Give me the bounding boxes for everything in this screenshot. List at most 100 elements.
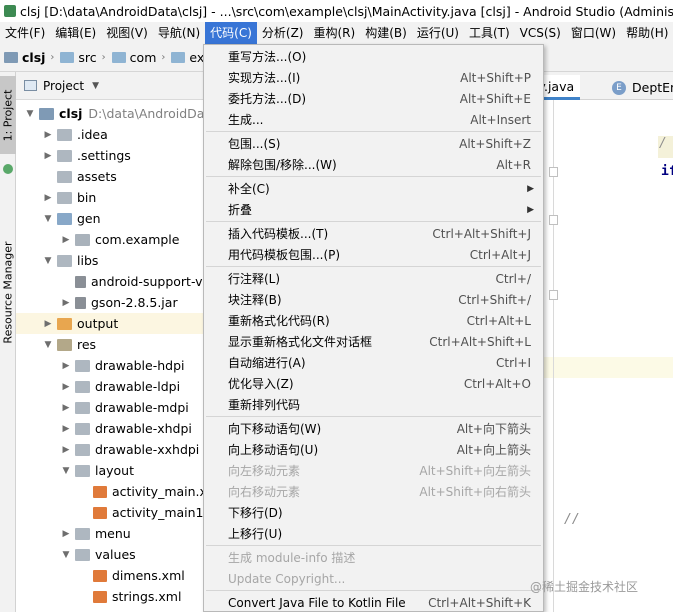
chevron-down-icon[interactable]: ▼	[60, 466, 72, 476]
code-menu-item[interactable]: 显示重新格式化文件对话框 Ctrl+Alt+Shift+L	[204, 331, 543, 352]
code-menu-item[interactable]: 向上移动语句(U) Alt+向上箭头	[204, 439, 543, 460]
tree-item[interactable]: ▶ drawable-hdpi	[16, 355, 206, 376]
menu-item-shortcut: Ctrl+I	[496, 355, 531, 370]
code-menu-item[interactable]: 重新排列代码	[204, 394, 543, 415]
menu-7[interactable]: 构建(B)	[360, 22, 412, 44]
tree-item[interactable]: ▼ values	[16, 544, 206, 565]
tree-item[interactable]: ▶ drawable-mdpi	[16, 397, 206, 418]
code-menu-item[interactable]: 生成... Alt+Insert	[204, 109, 543, 130]
tree-item[interactable]: ▶ drawable-ldpi	[16, 376, 206, 397]
code-menu-item[interactable]: 折叠 ▶	[204, 199, 543, 220]
menu-item-label: 向左移动元素	[228, 464, 301, 478]
fold-marker[interactable]	[549, 167, 558, 177]
fold-marker[interactable]	[549, 215, 558, 225]
code-menu-item[interactable]: Convert Java File to Kotlin File Ctrl+Alt…	[204, 592, 543, 611]
tree-item[interactable]: ▼ clsj D:\data\AndroidData\clsj	[16, 103, 206, 124]
code-comment-line[interactable]: //	[564, 512, 580, 527]
chevron-right-icon: ›	[101, 52, 106, 63]
code-menu-item[interactable]: 自动缩进行(A) Ctrl+I	[204, 352, 543, 373]
menu-11[interactable]: 窗口(W)	[566, 22, 621, 44]
resource-manager-tool-tab[interactable]: Resource Manager	[0, 240, 16, 344]
tree-item[interactable]: ▼ layout	[16, 460, 206, 481]
tree-item[interactable]: ▶ bin	[16, 187, 206, 208]
tree-item[interactable]: ▶ com.example	[16, 229, 206, 250]
chevron-right-icon[interactable]: ▶	[42, 319, 54, 329]
chevron-right-icon[interactable]: ▶	[60, 403, 72, 413]
menu-10[interactable]: VCS(S)	[515, 22, 566, 44]
tree-item-label: drawable-hdpi	[95, 358, 185, 373]
tree-item[interactable]: dimens.xml	[16, 565, 206, 586]
chevron-down-icon[interactable]: ▼	[42, 256, 54, 266]
tree-item[interactable]: strings.xml	[16, 586, 206, 607]
tree-item[interactable]: ▼ libs	[16, 250, 206, 271]
code-menu-item[interactable]: 下移行(D)	[204, 502, 543, 523]
menu-0[interactable]: 文件(F)	[0, 22, 50, 44]
tree-item[interactable]: activity_main.xml	[16, 481, 206, 502]
menu-8[interactable]: 运行(U)	[412, 22, 464, 44]
tree-item[interactable]: ▶ drawable-xxhdpi	[16, 439, 206, 460]
code-menu-item[interactable]: 委托方法...(D) Alt+Shift+E	[204, 88, 543, 109]
tree-item[interactable]: ▶ menu	[16, 523, 206, 544]
tree-item[interactable]: ▼ gen	[16, 208, 206, 229]
chevron-right-icon[interactable]: ▶	[60, 361, 72, 371]
code-menu-item[interactable]: 上移行(U)	[204, 523, 543, 544]
code-menu-item[interactable]: 补全(C) ▶	[204, 178, 543, 199]
menu-2[interactable]: 视图(V)	[101, 22, 153, 44]
tree-item[interactable]: assets	[16, 166, 206, 187]
code-menu-item[interactable]: 用代码模板包围...(P) Ctrl+Alt+J	[204, 244, 543, 265]
chevron-down-icon[interactable]: ▼	[42, 340, 54, 350]
tree-item[interactable]: ▼ res	[16, 334, 206, 355]
chevron-right-icon[interactable]: ▶	[60, 235, 72, 245]
chevron-right-icon[interactable]: ▶	[42, 130, 54, 140]
code-menu-item[interactable]: 解除包围/移除...(W) Alt+R	[204, 154, 543, 175]
chevron-down-icon[interactable]: ▼	[24, 109, 36, 119]
project-panel-header[interactable]: Project ▼	[16, 72, 206, 100]
breadcrumb-item-src[interactable]: src ›	[60, 50, 111, 65]
chevron-right-icon[interactable]: ▶	[60, 445, 72, 455]
chevron-right-icon[interactable]: ▶	[60, 424, 72, 434]
code-comment[interactable]: /	[658, 136, 673, 158]
menu-6[interactable]: 重构(R)	[309, 22, 361, 44]
code-menu-item[interactable]: 向下移动语句(W) Alt+向下箭头	[204, 418, 543, 439]
tree-item[interactable]: activity_main1.xml	[16, 502, 206, 523]
breadcrumb-item-com[interactable]: com ›	[111, 50, 172, 65]
code-menu-item[interactable]: 优化导入(Z) Ctrl+Alt+O	[204, 373, 543, 394]
tree-item[interactable]: ▶ gson-2.8.5.jar	[16, 292, 206, 313]
code-menu-item[interactable]: 包围...(S) Alt+Shift+Z	[204, 133, 543, 154]
tree-item-label: activity_main1.xml	[112, 505, 206, 520]
tree-item[interactable]: ▶ drawable-xhdpi	[16, 418, 206, 439]
chevron-right-icon[interactable]: ▶	[42, 151, 54, 161]
chevron-down-icon[interactable]: ▼	[42, 214, 54, 224]
breadcrumb-item-clsj[interactable]: clsj ›	[4, 50, 60, 65]
code-menu-item[interactable]: 实现方法...(I) Alt+Shift+P	[204, 67, 543, 88]
menu-4[interactable]: 代码(C)	[205, 22, 257, 44]
code-menu-item[interactable]: 插入代码模板...(T) Ctrl+Alt+Shift+J	[204, 223, 543, 244]
menu-item-shortcut: Ctrl+Shift+/	[458, 292, 531, 307]
chevron-right-icon[interactable]: ▶	[60, 529, 72, 539]
folder-icon	[57, 170, 72, 183]
menu-1[interactable]: 编辑(E)	[50, 22, 101, 44]
code-menu-item[interactable]: 行注释(L) Ctrl+/	[204, 268, 543, 289]
code-keyword[interactable]: if	[661, 164, 673, 179]
project-tool-tab[interactable]: 1: Project	[0, 76, 16, 174]
menu-9[interactable]: 工具(T)	[464, 22, 515, 44]
chevron-right-icon[interactable]: ▶	[60, 382, 72, 392]
android-studio-icon	[4, 5, 16, 17]
menu-5[interactable]: 分析(Z)	[257, 22, 309, 44]
code-menu-item[interactable]: 重写方法...(O)	[204, 46, 543, 67]
tree-item[interactable]: ▶ output	[16, 313, 206, 334]
tree-item[interactable]: ▶ .idea	[16, 124, 206, 145]
chevron-right-icon[interactable]: ▶	[42, 193, 54, 203]
chevron-right-icon[interactable]: ▶	[60, 298, 72, 308]
tree-item[interactable]: ▶ .settings	[16, 145, 206, 166]
editor-tab[interactable]: E DeptEn	[606, 75, 673, 100]
code-menu-item[interactable]: 重新格式化代码(R) Ctrl+Alt+L	[204, 310, 543, 331]
chevron-down-icon[interactable]: ▼	[60, 550, 72, 560]
tree-item[interactable]: android-support-v4	[16, 271, 206, 292]
code-menu-item[interactable]: 块注释(B) Ctrl+Shift+/	[204, 289, 543, 310]
fold-marker[interactable]	[549, 290, 558, 300]
chevron-down-icon[interactable]: ▼	[92, 81, 99, 91]
menu-item-label: 包围...(S)	[228, 137, 281, 151]
menu-12[interactable]: 帮助(H)	[621, 22, 673, 44]
menu-3[interactable]: 导航(N)	[153, 22, 205, 44]
